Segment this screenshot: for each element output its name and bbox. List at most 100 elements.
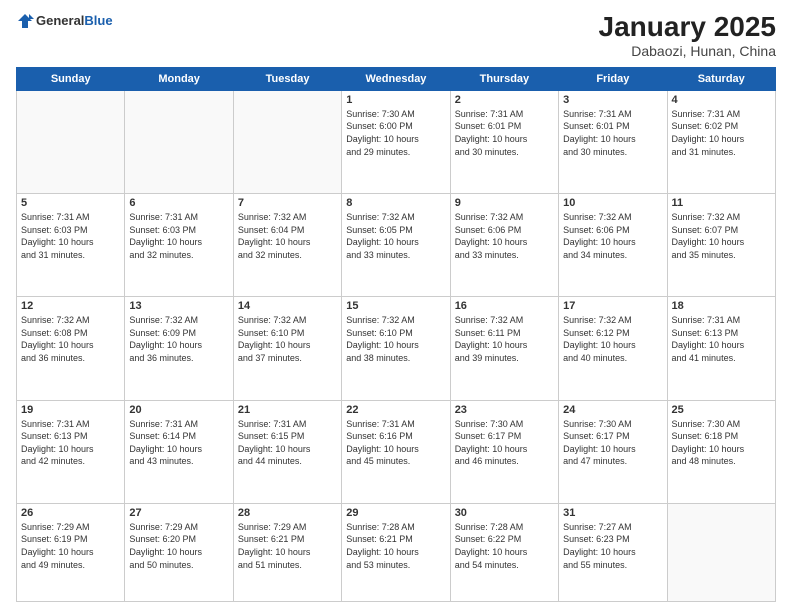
header-wednesday: Wednesday xyxy=(342,67,450,90)
table-row: 8 Sunrise: 7:32 AM Sunset: 6:05 PM Daylig… xyxy=(342,194,450,297)
day-info: Sunrise: 7:30 AM Sunset: 6:00 PM Dayligh… xyxy=(346,108,445,158)
table-row: 3 Sunrise: 7:31 AM Sunset: 6:01 PM Daylig… xyxy=(559,90,667,193)
header-sunday: Sunday xyxy=(17,67,125,90)
table-row: 26 Sunrise: 7:29 AM Sunset: 6:19 PM Dayli… xyxy=(17,503,125,601)
calendar-table: Sunday Monday Tuesday Wednesday Thursday… xyxy=(16,67,776,602)
day-info: Sunrise: 7:31 AM Sunset: 6:14 PM Dayligh… xyxy=(129,418,228,468)
header-thursday: Thursday xyxy=(450,67,558,90)
day-number: 26 xyxy=(21,507,120,519)
day-info: Sunrise: 7:32 AM Sunset: 6:05 PM Dayligh… xyxy=(346,211,445,261)
day-info: Sunrise: 7:32 AM Sunset: 6:12 PM Dayligh… xyxy=(563,314,662,364)
table-row: 20 Sunrise: 7:31 AM Sunset: 6:14 PM Dayli… xyxy=(125,400,233,503)
day-info: Sunrise: 7:30 AM Sunset: 6:18 PM Dayligh… xyxy=(672,418,771,468)
table-row: 14 Sunrise: 7:32 AM Sunset: 6:10 PM Dayli… xyxy=(233,297,341,400)
page: GeneralBlue January 2025 Dabaozi, Hunan,… xyxy=(0,0,792,612)
table-row: 15 Sunrise: 7:32 AM Sunset: 6:10 PM Dayli… xyxy=(342,297,450,400)
day-number: 22 xyxy=(346,404,445,416)
calendar-subtitle: Dabaozi, Hunan, China xyxy=(599,43,776,59)
day-info: Sunrise: 7:27 AM Sunset: 6:23 PM Dayligh… xyxy=(563,521,662,571)
day-number: 16 xyxy=(455,300,554,312)
day-number: 8 xyxy=(346,197,445,209)
day-number: 27 xyxy=(129,507,228,519)
table-row xyxy=(233,90,341,193)
day-number: 15 xyxy=(346,300,445,312)
logo-general: General xyxy=(36,13,84,28)
header: GeneralBlue January 2025 Dabaozi, Hunan,… xyxy=(16,12,776,59)
day-info: Sunrise: 7:31 AM Sunset: 6:13 PM Dayligh… xyxy=(21,418,120,468)
day-info: Sunrise: 7:32 AM Sunset: 6:10 PM Dayligh… xyxy=(346,314,445,364)
day-info: Sunrise: 7:31 AM Sunset: 6:01 PM Dayligh… xyxy=(563,108,662,158)
day-info: Sunrise: 7:30 AM Sunset: 6:17 PM Dayligh… xyxy=(455,418,554,468)
table-row: 1Sunrise: 7:30 AM Sunset: 6:00 PM Daylig… xyxy=(342,90,450,193)
calendar-week-5: 26 Sunrise: 7:29 AM Sunset: 6:19 PM Dayli… xyxy=(17,503,776,601)
day-number: 30 xyxy=(455,507,554,519)
day-info: Sunrise: 7:31 AM Sunset: 6:01 PM Dayligh… xyxy=(455,108,554,158)
day-number: 19 xyxy=(21,404,120,416)
day-info: Sunrise: 7:32 AM Sunset: 6:08 PM Dayligh… xyxy=(21,314,120,364)
table-row: 2 Sunrise: 7:31 AM Sunset: 6:01 PM Daylig… xyxy=(450,90,558,193)
day-number: 29 xyxy=(346,507,445,519)
day-info: Sunrise: 7:32 AM Sunset: 6:09 PM Dayligh… xyxy=(129,314,228,364)
table-row: 22 Sunrise: 7:31 AM Sunset: 6:16 PM Dayli… xyxy=(342,400,450,503)
day-info: Sunrise: 7:28 AM Sunset: 6:21 PM Dayligh… xyxy=(346,521,445,571)
day-number: 5 xyxy=(21,197,120,209)
day-number: 17 xyxy=(563,300,662,312)
header-tuesday: Tuesday xyxy=(233,67,341,90)
day-info: Sunrise: 7:29 AM Sunset: 6:21 PM Dayligh… xyxy=(238,521,337,571)
table-row: 25 Sunrise: 7:30 AM Sunset: 6:18 PM Dayli… xyxy=(667,400,775,503)
day-number: 28 xyxy=(238,507,337,519)
day-info: Sunrise: 7:32 AM Sunset: 6:07 PM Dayligh… xyxy=(672,211,771,261)
table-row: 30Sunrise: 7:28 AM Sunset: 6:22 PM Dayli… xyxy=(450,503,558,601)
calendar-title: January 2025 xyxy=(599,12,776,43)
table-row: 23 Sunrise: 7:30 AM Sunset: 6:17 PM Dayli… xyxy=(450,400,558,503)
day-info: Sunrise: 7:31 AM Sunset: 6:15 PM Dayligh… xyxy=(238,418,337,468)
table-row: 17 Sunrise: 7:32 AM Sunset: 6:12 PM Dayli… xyxy=(559,297,667,400)
day-number: 11 xyxy=(672,197,771,209)
table-row: 24Sunrise: 7:30 AM Sunset: 6:17 PM Dayli… xyxy=(559,400,667,503)
table-row: 12 Sunrise: 7:32 AM Sunset: 6:08 PM Dayli… xyxy=(17,297,125,400)
logo-text: GeneralBlue xyxy=(36,13,113,29)
day-number: 23 xyxy=(455,404,554,416)
table-row: 18Sunrise: 7:31 AM Sunset: 6:13 PM Dayli… xyxy=(667,297,775,400)
calendar-week-1: 1Sunrise: 7:30 AM Sunset: 6:00 PM Daylig… xyxy=(17,90,776,193)
table-row: 6Sunrise: 7:31 AM Sunset: 6:03 PM Daylig… xyxy=(125,194,233,297)
table-row: 7Sunrise: 7:32 AM Sunset: 6:04 PM Daylig… xyxy=(233,194,341,297)
day-number: 20 xyxy=(129,404,228,416)
day-number: 31 xyxy=(563,507,662,519)
calendar-week-4: 19 Sunrise: 7:31 AM Sunset: 6:13 PM Dayli… xyxy=(17,400,776,503)
day-number: 12 xyxy=(21,300,120,312)
day-number: 2 xyxy=(455,94,554,106)
day-info: Sunrise: 7:32 AM Sunset: 6:06 PM Dayligh… xyxy=(455,211,554,261)
table-row xyxy=(17,90,125,193)
table-row: 4 Sunrise: 7:31 AM Sunset: 6:02 PM Daylig… xyxy=(667,90,775,193)
logo-blue: Blue xyxy=(84,13,112,28)
day-number: 3 xyxy=(563,94,662,106)
title-block: January 2025 Dabaozi, Hunan, China xyxy=(599,12,776,59)
table-row: 16Sunrise: 7:32 AM Sunset: 6:11 PM Dayli… xyxy=(450,297,558,400)
header-monday: Monday xyxy=(125,67,233,90)
day-info: Sunrise: 7:29 AM Sunset: 6:20 PM Dayligh… xyxy=(129,521,228,571)
header-saturday: Saturday xyxy=(667,67,775,90)
day-info: Sunrise: 7:32 AM Sunset: 6:10 PM Dayligh… xyxy=(238,314,337,364)
day-info: Sunrise: 7:31 AM Sunset: 6:16 PM Dayligh… xyxy=(346,418,445,468)
day-header-row: Sunday Monday Tuesday Wednesday Thursday… xyxy=(17,67,776,90)
table-row: 11 Sunrise: 7:32 AM Sunset: 6:07 PM Dayli… xyxy=(667,194,775,297)
table-row: 31 Sunrise: 7:27 AM Sunset: 6:23 PM Dayli… xyxy=(559,503,667,601)
day-number: 6 xyxy=(129,197,228,209)
table-row: 21 Sunrise: 7:31 AM Sunset: 6:15 PM Dayli… xyxy=(233,400,341,503)
day-number: 25 xyxy=(672,404,771,416)
day-info: Sunrise: 7:32 AM Sunset: 6:04 PM Dayligh… xyxy=(238,211,337,261)
calendar-week-3: 12 Sunrise: 7:32 AM Sunset: 6:08 PM Dayli… xyxy=(17,297,776,400)
day-number: 9 xyxy=(455,197,554,209)
day-info: Sunrise: 7:32 AM Sunset: 6:06 PM Dayligh… xyxy=(563,211,662,261)
day-info: Sunrise: 7:31 AM Sunset: 6:02 PM Dayligh… xyxy=(672,108,771,158)
day-number: 21 xyxy=(238,404,337,416)
table-row: 9 Sunrise: 7:32 AM Sunset: 6:06 PM Daylig… xyxy=(450,194,558,297)
day-number: 10 xyxy=(563,197,662,209)
day-number: 14 xyxy=(238,300,337,312)
table-row: 27 Sunrise: 7:29 AM Sunset: 6:20 PM Dayli… xyxy=(125,503,233,601)
table-row: 19 Sunrise: 7:31 AM Sunset: 6:13 PM Dayli… xyxy=(17,400,125,503)
day-number: 4 xyxy=(672,94,771,106)
table-row: 13Sunrise: 7:32 AM Sunset: 6:09 PM Dayli… xyxy=(125,297,233,400)
day-info: Sunrise: 7:29 AM Sunset: 6:19 PM Dayligh… xyxy=(21,521,120,571)
